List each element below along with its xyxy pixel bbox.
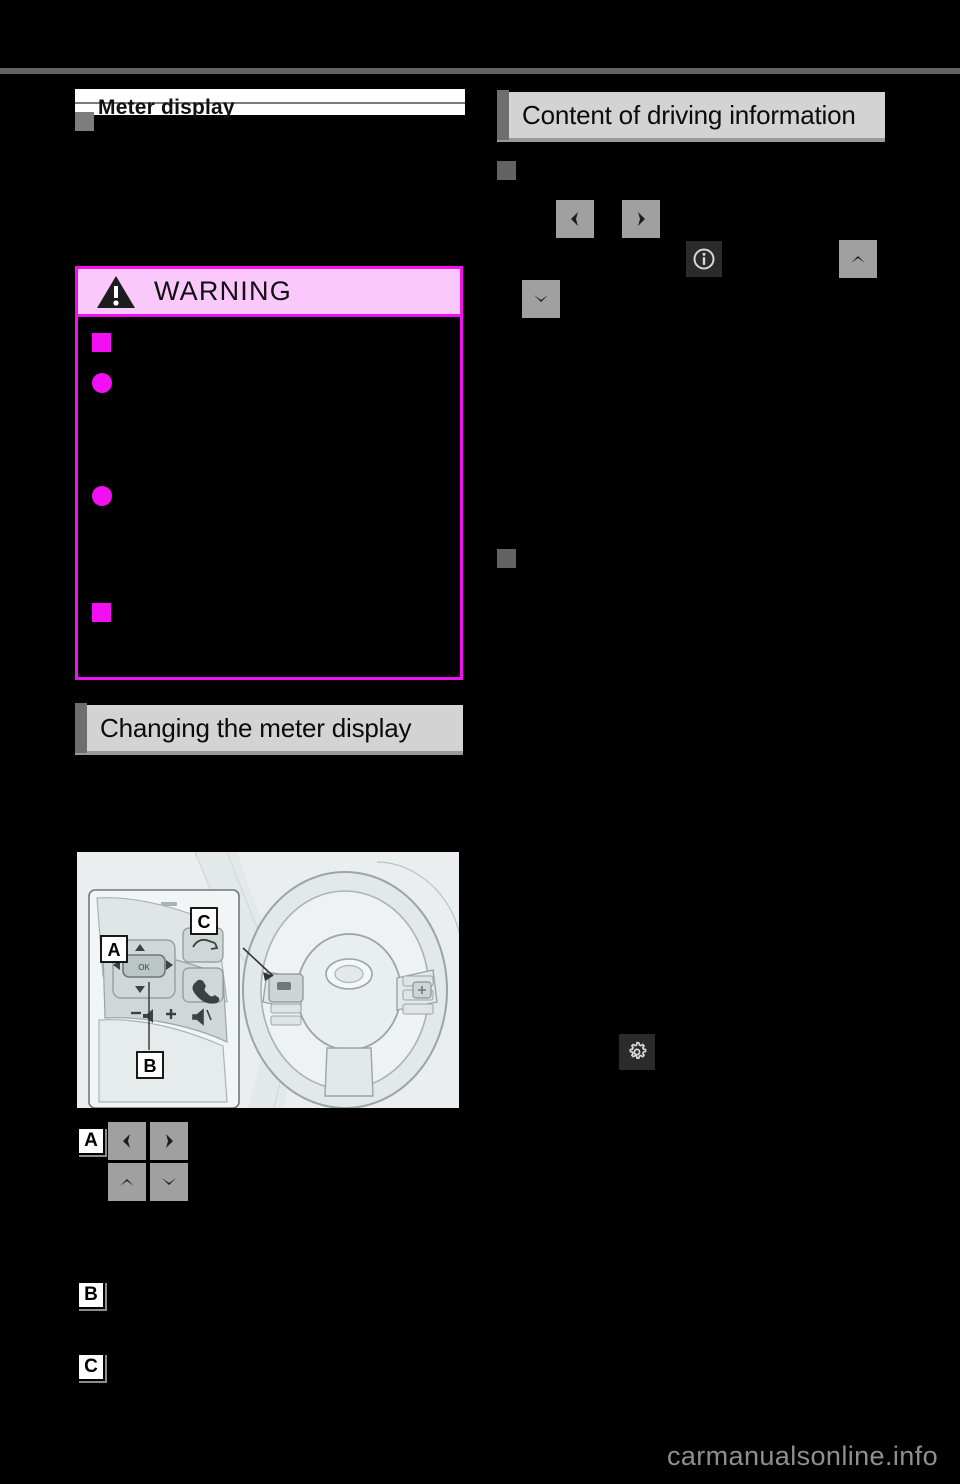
warning-item-text-2 <box>124 371 454 471</box>
callout-c-description <box>115 1353 460 1393</box>
warning-item-text-3 <box>124 484 454 574</box>
callout-b-description <box>115 1281 460 1321</box>
warning-triangle-icon <box>97 275 135 308</box>
info-icon-tile[interactable] <box>686 241 722 277</box>
callout-label-c: C <box>77 1353 105 1381</box>
info-icon <box>693 248 715 270</box>
chevron-right-icon <box>638 212 645 226</box>
warning-title: WARNING <box>154 276 292 306</box>
callout-label-a: A <box>77 1127 105 1155</box>
section-header-changing-meter-display-label: Changing the meter display <box>100 712 412 743</box>
chevron-right-icon <box>166 1134 173 1148</box>
chevron-left-icon <box>123 1134 130 1148</box>
chevron-down-icon <box>162 1178 176 1185</box>
key-up-a[interactable] <box>108 1163 146 1201</box>
key-left-a[interactable] <box>108 1122 146 1160</box>
gear-icon <box>629 1041 647 1060</box>
site-watermark: carmanualsonline.info <box>666 1441 938 1471</box>
svg-text:B: B <box>144 1056 157 1076</box>
gear-icon-tile[interactable] <box>619 1034 655 1070</box>
chevron-left-icon <box>571 212 578 226</box>
left-section-heading: Meter display <box>98 96 458 118</box>
key-right-a[interactable] <box>150 1122 188 1160</box>
right-subsection-2-body-continued <box>500 1080 885 1380</box>
key-down-right-col[interactable] <box>522 280 560 318</box>
section-header-content-of-driving-information: Content of driving information <box>497 90 885 142</box>
section-header-changing-meter-display: Changing the meter display <box>75 703 463 755</box>
svg-text:C: C <box>198 912 211 932</box>
left-section-heading-text: Meter display <box>98 96 235 118</box>
warning-item-text-4 <box>124 603 454 663</box>
chevron-up-icon <box>851 256 865 263</box>
section-marker-square-left <box>75 112 94 131</box>
warning-item-marker-circle-2 <box>92 486 112 506</box>
section-marker-square-right-1 <box>497 161 516 180</box>
right-subsection-2-body <box>500 590 885 1020</box>
key-up-right-col[interactable] <box>839 240 877 278</box>
right-subsection-2-heading <box>522 547 882 587</box>
manual-page: Meter display WARNING Changing the meter… <box>0 0 960 1484</box>
changing-meter-display-paragraph <box>78 775 463 835</box>
chevron-up-icon <box>120 1179 134 1186</box>
page-top-rule <box>0 68 960 74</box>
svg-text:OK: OK <box>138 963 150 972</box>
warning-item-marker-circle-1 <box>92 373 112 393</box>
section-header-tab <box>75 703 87 753</box>
warning-box: WARNING <box>75 266 463 680</box>
left-intro-paragraph <box>98 150 458 250</box>
illustration-svg: OK A B C <box>77 852 459 1108</box>
right-subsection-1-heading <box>522 159 882 199</box>
warning-box-header: WARNING <box>78 269 460 317</box>
callout-label-b: B <box>77 1281 105 1309</box>
svg-text:A: A <box>108 940 121 960</box>
warning-item-marker-square-2 <box>92 603 111 622</box>
right-subsection-1-body <box>500 330 885 530</box>
callout-a-description <box>78 1212 463 1267</box>
warning-box-body <box>78 317 460 677</box>
section-header-content-of-driving-information-label: Content of driving information <box>522 99 856 130</box>
key-right-right-col[interactable] <box>622 200 660 238</box>
key-left-right-col[interactable] <box>556 200 594 238</box>
key-down-a[interactable] <box>150 1163 188 1201</box>
section-marker-square-right-2 <box>497 549 516 568</box>
warning-item-marker-square-1 <box>92 333 111 352</box>
chevron-down-icon <box>534 295 548 302</box>
steering-wheel-switches-illustration: OK A B C <box>75 850 461 1110</box>
section-header-tab-right <box>497 90 509 140</box>
